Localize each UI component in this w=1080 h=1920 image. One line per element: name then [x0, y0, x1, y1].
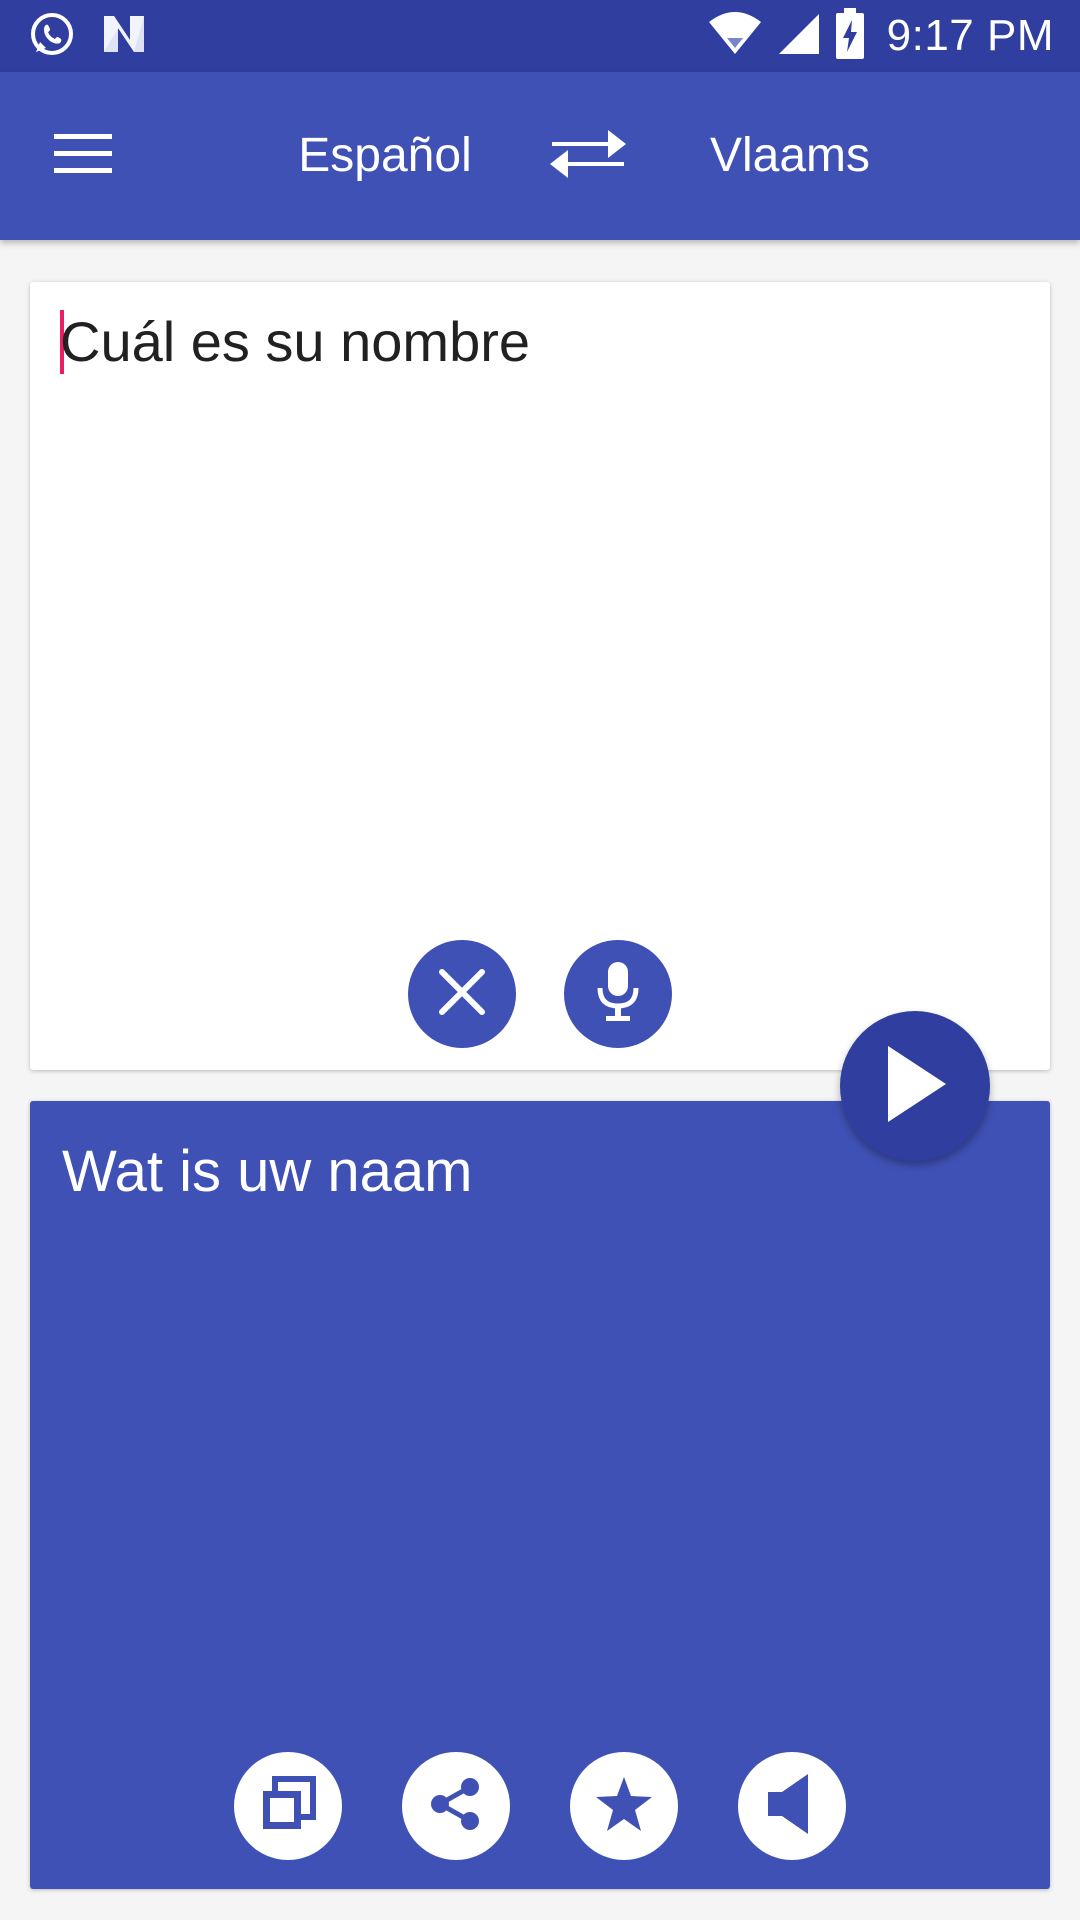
- wifi-icon: [707, 10, 763, 63]
- cell-signal-icon: [775, 10, 823, 63]
- close-icon: [436, 966, 488, 1023]
- translate-button[interactable]: [840, 1011, 990, 1161]
- microphone-icon: [593, 960, 643, 1029]
- source-text-value: Cuál es su nombre: [60, 310, 531, 373]
- input-card: Cuál es su nombre: [30, 282, 1050, 1070]
- whatsapp-icon: [28, 10, 76, 63]
- speak-button[interactable]: [738, 1752, 846, 1860]
- status-time: 9:17 PM: [886, 11, 1054, 60]
- hamburger-menu-icon: [54, 132, 114, 181]
- source-language-selector[interactable]: Español: [240, 126, 530, 186]
- source-text-input[interactable]: Cuál es su nombre: [60, 310, 1024, 374]
- app-bar: Español Vlaams: [0, 72, 1080, 240]
- menu-button[interactable]: [40, 116, 128, 196]
- play-icon: [880, 1042, 950, 1131]
- battery-charging-icon: [835, 7, 865, 65]
- share-icon: [428, 1776, 484, 1837]
- microphone-button[interactable]: [564, 940, 672, 1048]
- copy-icon: [259, 1775, 317, 1838]
- n-app-icon: [100, 10, 148, 63]
- target-language-selector[interactable]: Vlaams: [660, 126, 920, 186]
- status-notifications: [28, 12, 148, 60]
- status-system-icons: 9:17 PM: [707, 7, 1054, 65]
- clear-button[interactable]: [408, 940, 516, 1048]
- output-card: Wat is uw naam: [30, 1101, 1050, 1889]
- volume-icon: [764, 1772, 820, 1841]
- swap-arrows-icon: [548, 124, 628, 189]
- star-icon: [594, 1775, 654, 1838]
- status-bar: 9:17 PM: [0, 0, 1080, 72]
- swap-languages-button[interactable]: [540, 120, 636, 192]
- translated-text: Wat is uw naam: [62, 1139, 473, 1204]
- copy-button[interactable]: [234, 1752, 342, 1860]
- share-button[interactable]: [402, 1752, 510, 1860]
- favorite-button[interactable]: [570, 1752, 678, 1860]
